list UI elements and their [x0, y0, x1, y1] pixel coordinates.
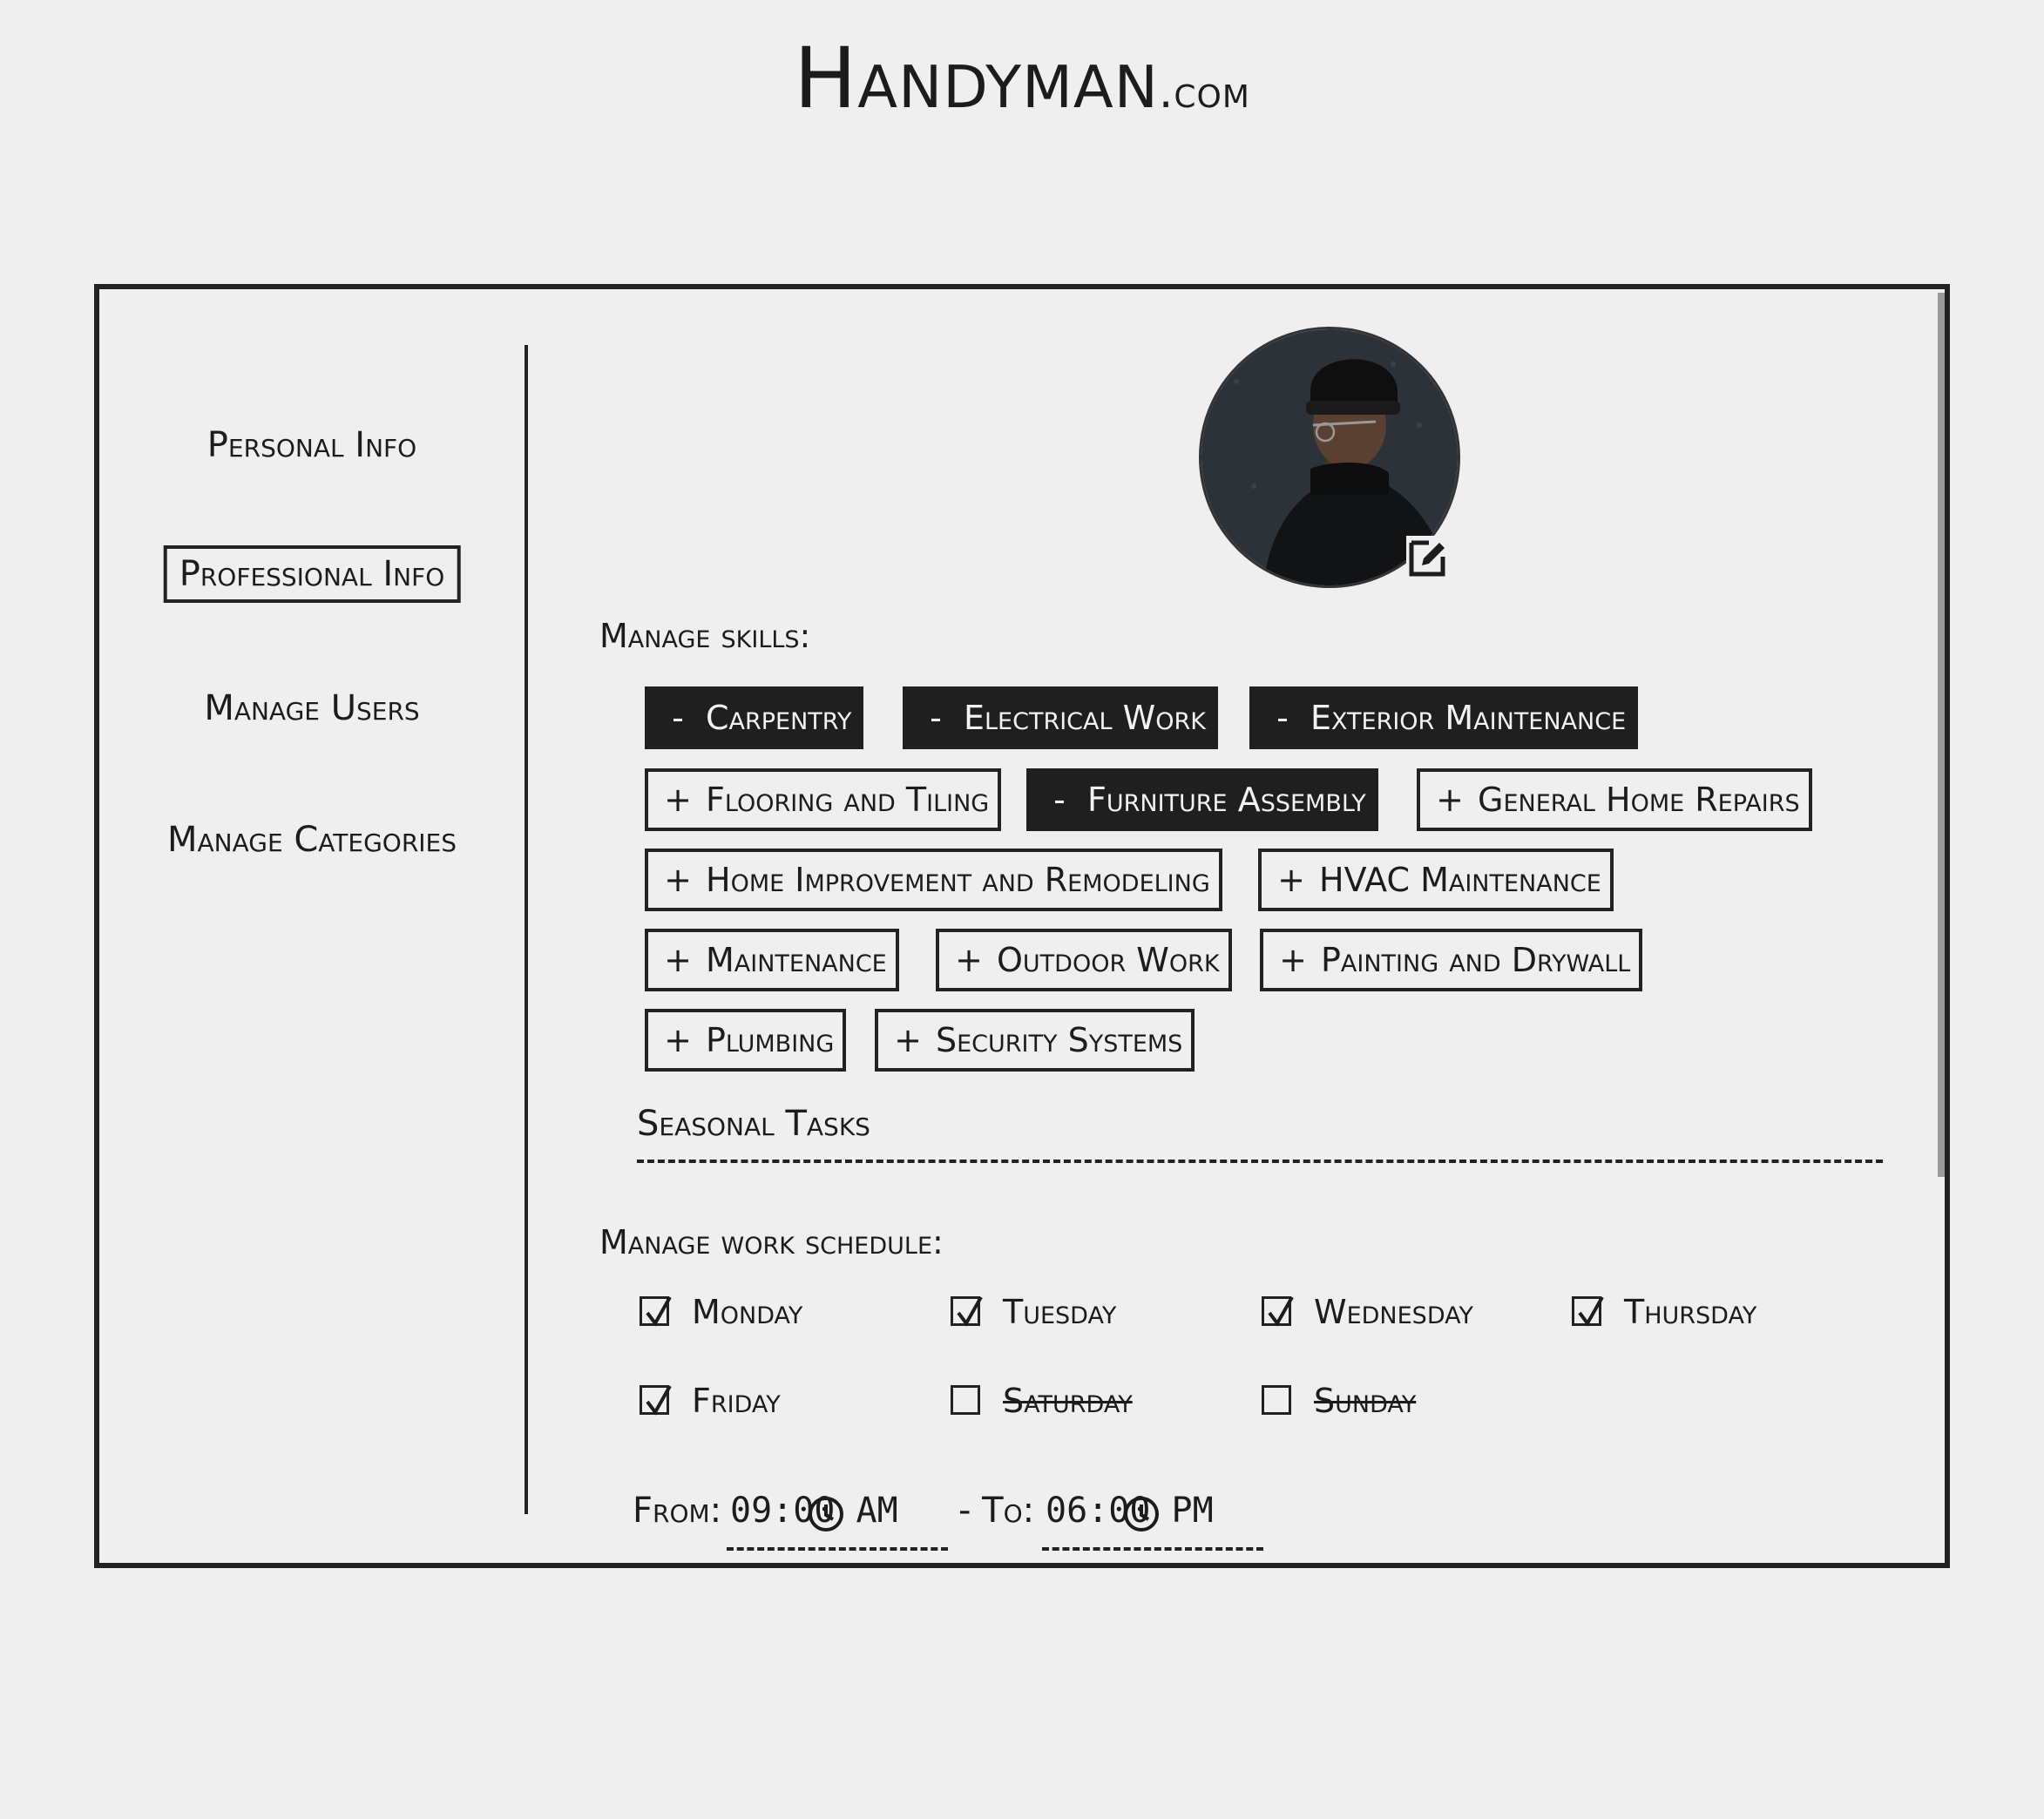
skill-chip-electrical-work[interactable]: - Electrical Work — [903, 686, 1218, 749]
day-label-wednesday: Wednesday — [1314, 1293, 1474, 1331]
skill-chip-label: General Home Repairs — [1478, 781, 1800, 819]
remove-icon: - — [1276, 699, 1289, 737]
day-label-saturday: Saturday — [1003, 1382, 1133, 1420]
add-icon: + — [664, 781, 692, 819]
day-tuesday[interactable]: Tuesday — [951, 1288, 1212, 1340]
day-saturday[interactable]: Saturday — [951, 1376, 1212, 1429]
from-label: From: — [633, 1491, 722, 1531]
remove-icon: - — [1053, 781, 1066, 819]
sidebar-item-personal-info[interactable]: Personal Info — [195, 420, 429, 470]
sunday-checkbox[interactable] — [1262, 1385, 1291, 1415]
skill-chip-label: Plumbing — [706, 1021, 835, 1059]
add-icon: + — [1277, 861, 1305, 899]
to-label: - To: — [958, 1491, 1035, 1531]
to-clock-icon[interactable] — [1122, 1495, 1161, 1533]
thursday-checkbox[interactable] — [1572, 1296, 1604, 1327]
remove-icon: - — [672, 699, 684, 737]
skill-chip-hvac-maintenance[interactable]: + HVAC Maintenance — [1258, 849, 1614, 911]
new-skill-input[interactable]: Seasonal Tasks — [637, 1104, 1883, 1163]
checkmark-icon — [1578, 1296, 1604, 1327]
day-label-sunday: Sunday — [1314, 1382, 1417, 1420]
skill-chip-home-improvement-and-remodeling[interactable]: + Home Improvement and Remodeling — [645, 849, 1222, 911]
add-icon: + — [955, 941, 983, 979]
add-icon: + — [664, 861, 692, 899]
skill-chip-label: Home Improvement and Remodeling — [706, 861, 1210, 899]
logo-domain: .com — [1158, 66, 1250, 118]
skill-chip-general-home-repairs[interactable]: + General Home Repairs — [1417, 768, 1812, 831]
skill-chip-label: Electrical Work — [964, 699, 1206, 737]
skill-chip-label: Security Systems — [936, 1021, 1183, 1059]
skill-chip-label: Furniture Assembly — [1087, 781, 1366, 819]
saturday-checkbox[interactable] — [951, 1385, 980, 1415]
day-label-thursday: Thursday — [1624, 1293, 1757, 1331]
skill-chip-label: Painting and Drywall — [1321, 941, 1631, 979]
skill-chip-label: Exterior Maintenance — [1310, 699, 1627, 737]
remove-icon: - — [930, 699, 942, 737]
site-logo[interactable]: Handyman.com — [0, 26, 2044, 131]
add-icon: + — [894, 1021, 922, 1059]
skill-chip-label: Carpentry — [706, 699, 852, 737]
skill-chip-label: Maintenance — [706, 941, 887, 979]
day-monday[interactable]: Monday — [640, 1288, 901, 1340]
checkmark-icon — [1268, 1296, 1294, 1327]
skill-chip-label: Outdoor Work — [997, 941, 1220, 979]
skill-chip-flooring-and-tiling[interactable]: + Flooring and Tiling — [645, 768, 1002, 831]
day-sunday[interactable]: Sunday — [1262, 1376, 1523, 1429]
sidebar-nav: Personal Info Professional Info Manage U… — [99, 289, 525, 1563]
skill-chip-security-systems[interactable]: + Security Systems — [875, 1009, 1195, 1072]
add-icon: + — [664, 1021, 692, 1059]
skills-heading: Manage skills: — [599, 617, 811, 655]
add-icon: + — [1279, 941, 1307, 979]
sidebar-item-manage-categories[interactable]: Manage Categories — [155, 815, 469, 865]
day-wednesday[interactable]: Wednesday — [1262, 1288, 1540, 1340]
tuesday-checkbox[interactable] — [951, 1296, 983, 1327]
checkmark-icon — [646, 1385, 672, 1416]
skill-chip-plumbing[interactable]: + Plumbing — [645, 1009, 847, 1072]
edit-avatar-icon[interactable] — [1406, 536, 1450, 579]
skill-chip-exterior-maintenance[interactable]: - Exterior Maintenance — [1249, 686, 1639, 749]
skill-chip-furniture-assembly[interactable]: - Furniture Assembly — [1026, 768, 1378, 831]
friday-checkbox[interactable] — [640, 1385, 672, 1416]
day-thursday[interactable]: Thursday — [1572, 1288, 1833, 1340]
skill-chip-outdoor-work[interactable]: + Outdoor Work — [936, 929, 1232, 991]
day-label-tuesday: Tuesday — [1003, 1293, 1117, 1331]
day-label-friday: Friday — [692, 1382, 781, 1420]
sidebar-item-professional-info[interactable]: Professional Info — [163, 545, 461, 603]
wednesday-checkbox[interactable] — [1262, 1296, 1294, 1327]
skill-chip-maintenance[interactable]: + Maintenance — [645, 929, 899, 991]
skill-chip-label: Flooring and Tiling — [706, 781, 990, 819]
professional-info-content: Manage skills: - Carpentry - Electrical Wo… — [528, 289, 1945, 1563]
skill-chip-painting-and-drywall[interactable]: + Painting and Drywall — [1260, 929, 1643, 991]
monday-checkbox[interactable] — [640, 1296, 672, 1327]
checkmark-icon — [646, 1296, 672, 1327]
add-icon: + — [664, 941, 692, 979]
day-friday[interactable]: Friday — [640, 1376, 901, 1429]
settings-panel: Personal Info Professional Info Manage U… — [94, 284, 1950, 1568]
from-clock-icon[interactable] — [807, 1495, 845, 1533]
logo-name: Handyman — [794, 30, 1159, 127]
sidebar-item-manage-users[interactable]: Manage Users — [192, 683, 431, 734]
add-icon: + — [1436, 781, 1464, 819]
skill-chip-carpentry[interactable]: - Carpentry — [645, 686, 864, 749]
skill-chip-label: HVAC Maintenance — [1319, 861, 1601, 899]
day-label-monday: Monday — [692, 1293, 803, 1331]
schedule-heading: Manage work schedule: — [599, 1223, 944, 1261]
checkmark-icon — [957, 1296, 983, 1327]
